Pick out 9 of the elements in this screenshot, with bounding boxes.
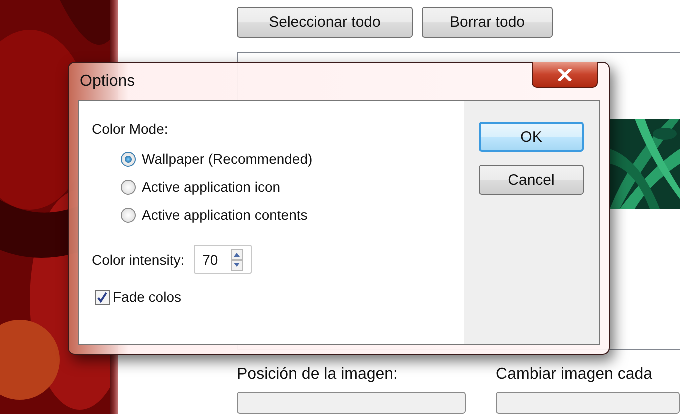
field-label: Color intensity: <box>92 252 185 268</box>
radio-label: Wallpaper (Recommended) <box>142 151 313 167</box>
field-label: Posición de la imagen: <box>237 366 399 384</box>
radio-label: Active application contents <box>142 207 308 223</box>
window-title: Options <box>80 72 136 90</box>
checkbox-label: Fade colos <box>113 289 182 305</box>
section-label: Color Mode: <box>92 121 170 137</box>
radio-label: Active application icon <box>142 179 281 195</box>
field-label: Cambiar imagen cada <box>496 366 654 384</box>
